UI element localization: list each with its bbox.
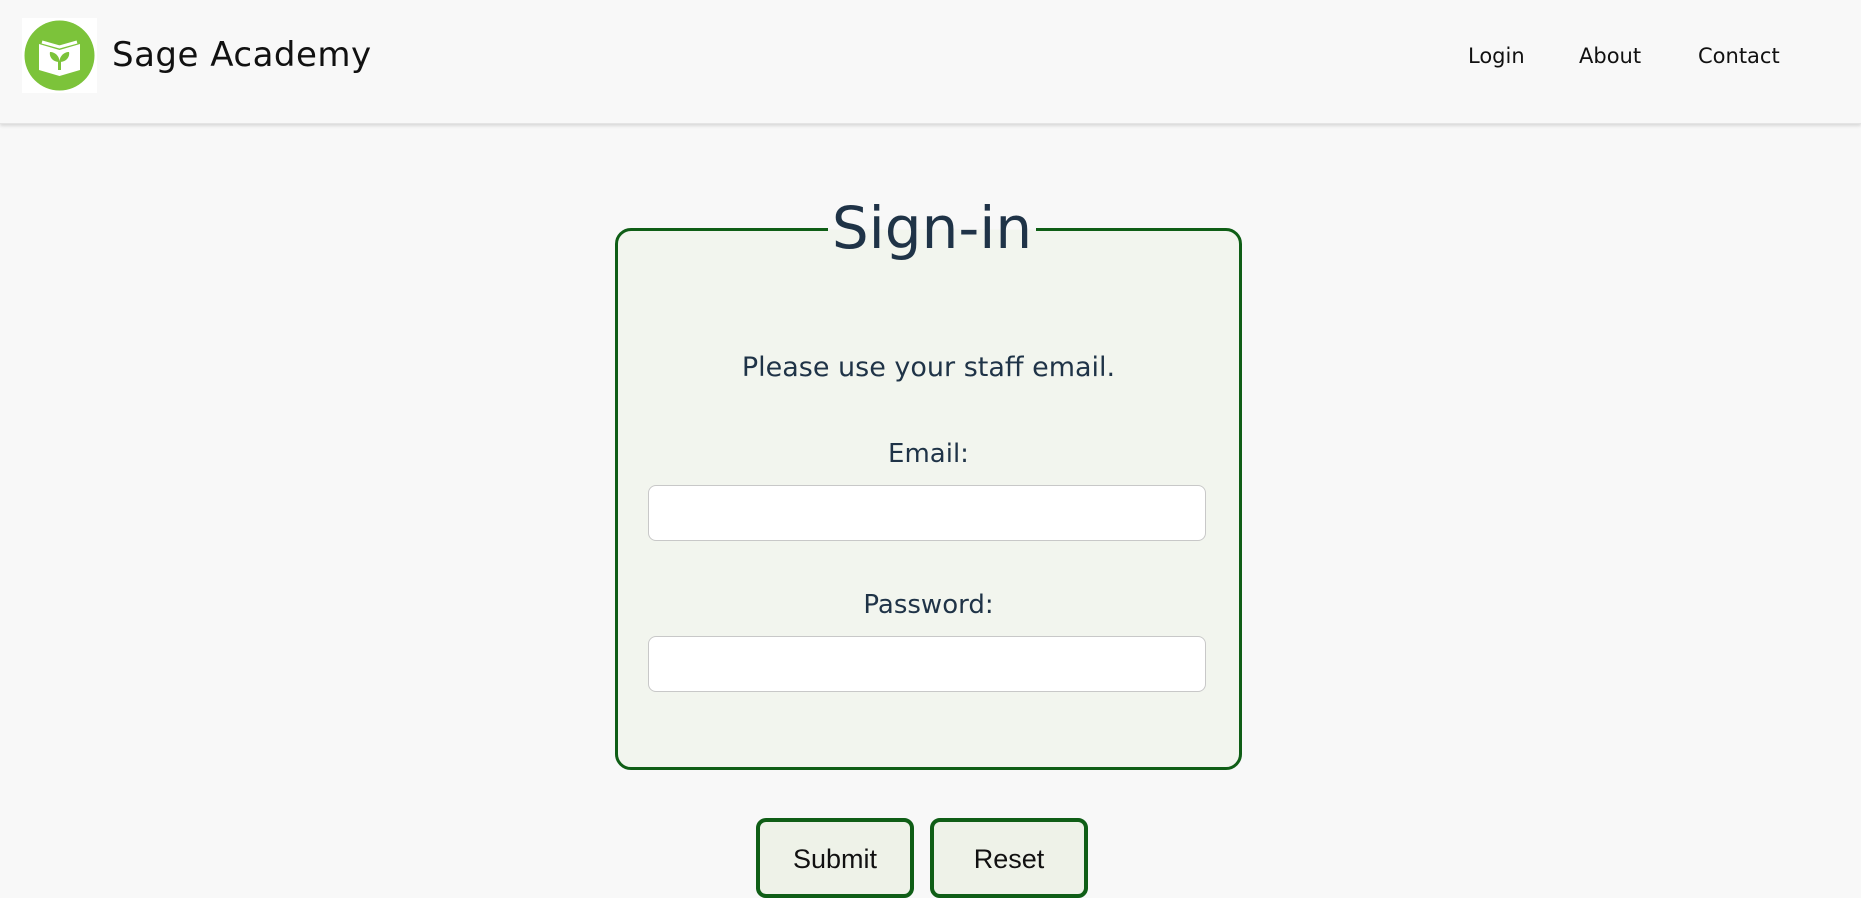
password-field[interactable] [648,636,1206,692]
nav-contact-link[interactable]: Contact [1698,40,1780,72]
brand-name: Sage Academy [112,35,372,75]
email-field[interactable] [648,485,1206,541]
submit-button[interactable]: Submit [756,818,914,898]
site-header: Sage Academy Login About Contact [0,0,1861,124]
nav-about-link[interactable]: About [1579,40,1641,72]
book-sprout-icon [24,20,95,91]
signin-title-text: Sign-in [827,194,1037,262]
signin-hint: Please use your staff email. [741,352,1116,383]
logo[interactable] [22,18,97,93]
password-label: Password: [863,590,994,620]
reset-button[interactable]: Reset [930,818,1088,898]
email-label: Email: [888,439,969,469]
nav-login-link[interactable]: Login [1468,40,1525,72]
signin-title: Sign-in [821,194,1043,262]
